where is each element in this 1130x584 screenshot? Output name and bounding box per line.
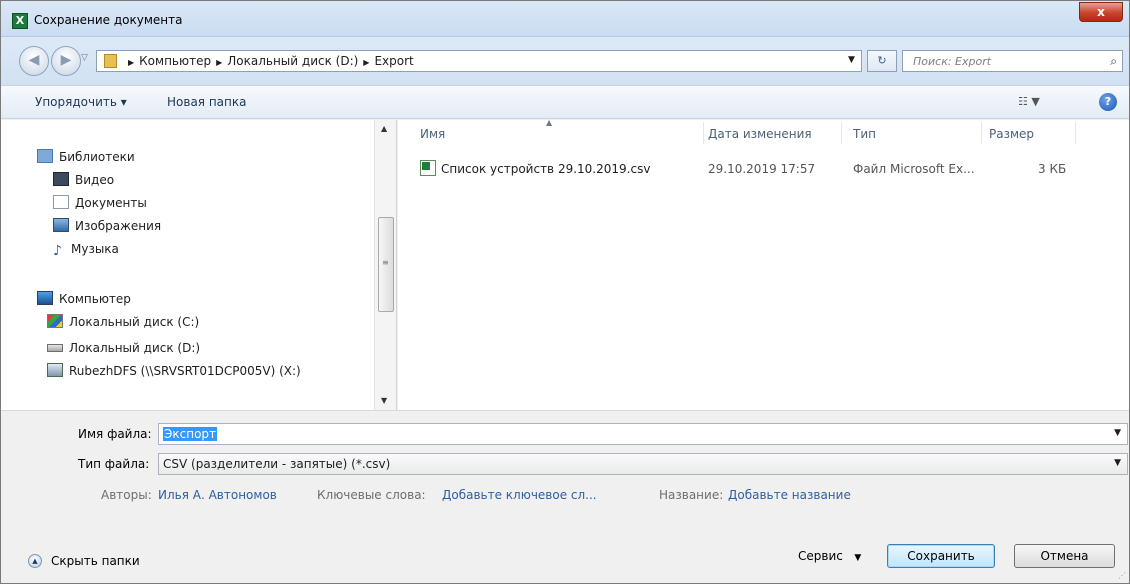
nav-item-drive-c[interactable]: Локальный диск (C:)	[47, 311, 199, 333]
folder-icon	[104, 54, 117, 68]
nav-item-computer[interactable]: Компьютер	[37, 288, 131, 310]
filetype-select[interactable]: CSV (разделители - запятые) (*.csv) ▼	[158, 453, 1128, 475]
hide-folders-button[interactable]: Скрыть папки	[51, 554, 140, 568]
breadcrumb-item-drive-d[interactable]: Локальный диск (D:)	[227, 54, 358, 68]
sort-ascending-icon: ▲	[546, 118, 553, 127]
file-type-cell: Файл Microsoft Ex...	[853, 162, 975, 176]
address-row: ◀ ▶ ▽ ▶ Компьютер ▶ Локальный диск (D:) ▶ Exp…	[1, 37, 1129, 85]
help-icon[interactable]: ?	[1099, 93, 1117, 111]
nav-item-network-drive[interactable]: RubezhDFS (\\SRVSRT01DCP005V) (X:)	[47, 360, 301, 382]
authors-label: Авторы:	[101, 488, 152, 502]
column-divider[interactable]	[981, 122, 982, 144]
network-drive-icon	[47, 363, 63, 377]
refresh-button[interactable]: ↻	[867, 50, 897, 72]
keywords-value[interactable]: Добавьте ключевое сл...	[442, 488, 597, 502]
video-icon	[53, 172, 69, 186]
search-icon[interactable]: ⌕	[1110, 54, 1117, 69]
music-icon: ♪	[53, 243, 62, 259]
drive-icon	[47, 344, 63, 352]
title-value[interactable]: Добавьте название	[728, 488, 851, 502]
address-dropdown-icon[interactable]: ▼	[848, 55, 855, 65]
cancel-button[interactable]: Отмена	[1014, 544, 1115, 568]
nav-scrollbar[interactable]: ▲ ≡ ▼	[374, 120, 396, 410]
command-toolbar: Упорядочить ▾ Новая папка ☷ ▼ ?	[1, 85, 1129, 119]
save-dialog: X Сохранение документа x ◀ ▶ ▽ ▶ Компьюте…	[0, 0, 1130, 584]
title-bar: X Сохранение документа x	[1, 1, 1129, 37]
csv-file-icon	[420, 160, 436, 176]
keywords-label: Ключевые слова:	[317, 488, 426, 502]
scrollbar-thumb[interactable]: ≡	[378, 217, 394, 312]
filename-label: Имя файла:	[78, 427, 152, 441]
navigation-pane: Библиотеки Видео Документы Изображения ♪…	[1, 120, 397, 480]
column-header-type[interactable]: Тип	[853, 120, 876, 146]
chevron-down-icon[interactable]: ▼	[1114, 458, 1121, 468]
filetype-label: Тип файла:	[78, 457, 150, 471]
libraries-icon	[37, 149, 53, 163]
nav-item-video[interactable]: Видео	[53, 169, 114, 191]
column-divider[interactable]	[1075, 122, 1076, 144]
save-button[interactable]: Сохранить	[887, 544, 995, 568]
column-header-size[interactable]: Размер	[989, 120, 1034, 146]
file-size-cell: 3 КБ	[1038, 162, 1067, 176]
column-divider[interactable]	[703, 122, 704, 144]
chevron-right-icon: ▶	[216, 58, 223, 67]
breadcrumb: ▶ Компьютер ▶ Локальный диск (D:) ▶ Export	[123, 54, 414, 68]
refresh-icon: ↻	[877, 54, 887, 67]
window-title: Сохранение документа	[34, 13, 183, 27]
column-header-name[interactable]: Имя	[420, 120, 445, 146]
recent-locations-dropdown[interactable]: ▽	[81, 53, 88, 63]
scroll-down-icon[interactable]: ▼	[381, 396, 387, 405]
view-options-icon[interactable]: ☷ ▼	[1018, 95, 1040, 108]
breadcrumb-item-computer[interactable]: Компьютер	[139, 54, 211, 68]
forward-arrow-icon: ▶	[60, 52, 72, 68]
search-placeholder: Поиск: Export	[913, 55, 992, 68]
grip-icon: ≡	[382, 258, 389, 267]
nav-item-images[interactable]: Изображения	[53, 215, 161, 237]
close-button[interactable]: x	[1079, 2, 1123, 22]
scroll-up-icon[interactable]: ▲	[381, 124, 387, 133]
computer-icon	[37, 291, 53, 305]
system-drive-icon	[47, 314, 63, 328]
collapse-icon[interactable]: ▲	[28, 554, 42, 568]
images-icon	[53, 218, 69, 232]
new-folder-button[interactable]: Новая папка	[167, 95, 246, 109]
back-arrow-icon: ◀	[28, 52, 40, 68]
authors-value[interactable]: Илья А. Автономов	[158, 488, 277, 502]
chevron-right-icon: ▶	[128, 58, 135, 67]
forward-button[interactable]: ▶	[51, 46, 81, 76]
chevron-down-icon: ▼	[854, 553, 862, 563]
search-input[interactable]: Поиск: Export ⌕	[902, 50, 1123, 72]
excel-icon: X	[12, 13, 28, 29]
chevron-right-icon: ▶	[363, 58, 370, 67]
nav-item-drive-d[interactable]: Локальный диск (D:)	[47, 337, 200, 359]
file-list: Имя ▲ Дата изменения Тип Размер Список у…	[398, 118, 1129, 410]
chevron-down-icon[interactable]: ▼	[1114, 428, 1121, 438]
documents-icon	[53, 195, 69, 209]
file-modified-cell: 29.10.2019 17:57	[708, 162, 816, 176]
resize-grip-icon[interactable]: ⋰	[1118, 571, 1126, 580]
nav-item-libraries[interactable]: Библиотеки	[37, 146, 135, 168]
filetype-value: CSV (разделители - запятые) (*.csv)	[163, 457, 391, 471]
file-name-cell: Список устройств 29.10.2019.csv	[420, 158, 650, 180]
nav-item-music[interactable]: ♪ Музыка	[53, 238, 119, 260]
filename-value: Экспорт	[163, 427, 218, 441]
breadcrumb-item-export[interactable]: Export	[374, 54, 413, 68]
title-label: Название:	[659, 488, 724, 502]
organize-button[interactable]: Упорядочить ▾	[35, 95, 127, 109]
filename-field[interactable]: Экспорт ▼	[158, 423, 1128, 445]
column-header-modified[interactable]: Дата изменения	[708, 120, 812, 146]
address-bar[interactable]: ▶ Компьютер ▶ Локальный диск (D:) ▶ Export ▼	[96, 50, 862, 72]
column-divider[interactable]	[841, 122, 842, 144]
service-button[interactable]: Сервис ▼	[798, 549, 861, 563]
nav-item-documents[interactable]: Документы	[53, 192, 147, 214]
back-button[interactable]: ◀	[19, 46, 49, 76]
